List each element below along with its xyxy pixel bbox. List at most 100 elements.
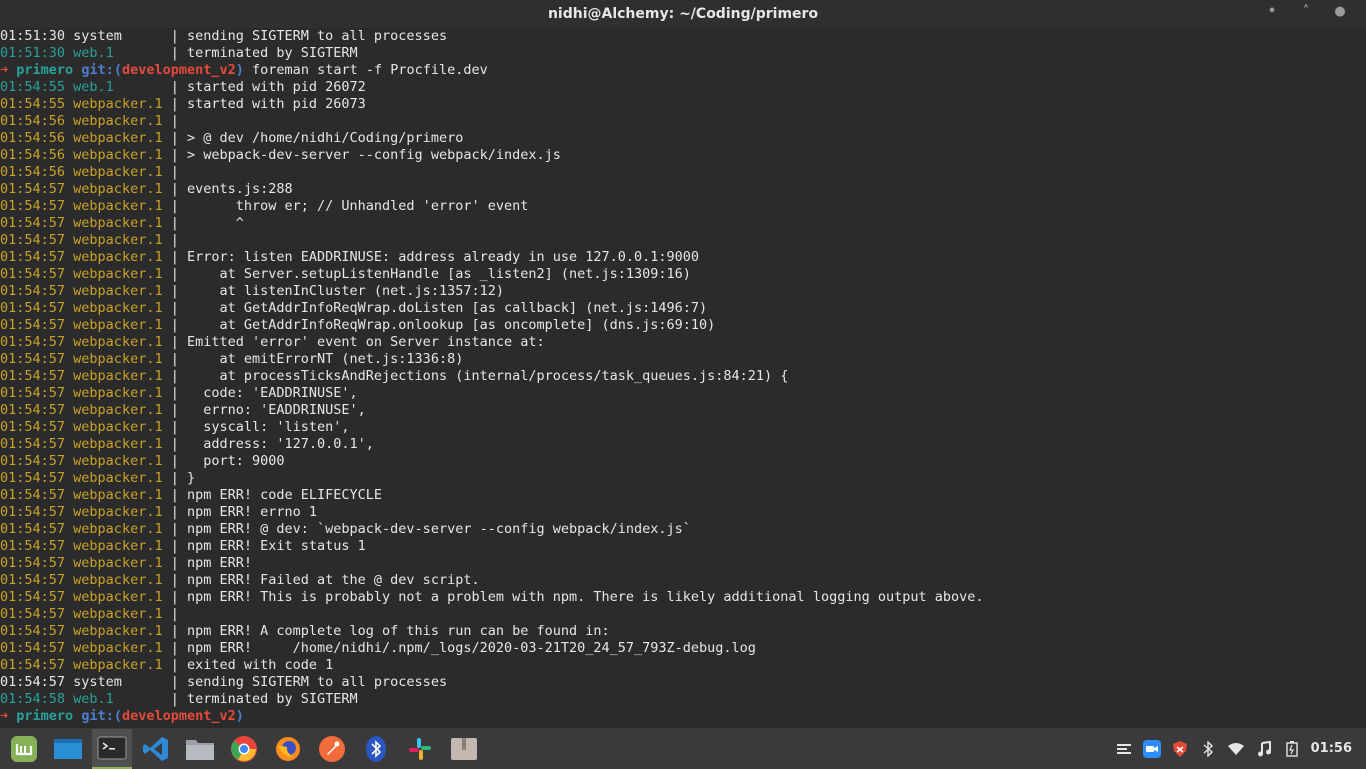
log-process: webpacker.1 xyxy=(73,487,171,503)
archive-icon[interactable] xyxy=(444,729,484,769)
log-line: 01:54:57 webpacker.1 | events.js:288 xyxy=(0,181,1366,198)
system-tray: 01:56 xyxy=(1115,739,1352,758)
log-message: npm ERR! /home/nidhi/.npm/_logs/2020-03-… xyxy=(186,640,756,656)
log-message: npm ERR! errno 1 xyxy=(186,504,318,520)
bluetooth-icon[interactable] xyxy=(1199,740,1217,758)
log-message: at listenInCluster (net.js:1357:12) xyxy=(186,283,504,299)
prompt-git-label: git:( xyxy=(81,708,122,724)
firefox-icon[interactable] xyxy=(268,729,308,769)
log-timestamp: 01:54:56 xyxy=(0,113,66,129)
log-process: webpacker.1 xyxy=(73,402,171,418)
log-process: webpacker.1 xyxy=(73,215,171,231)
log-message: syscall: 'listen', xyxy=(186,419,350,435)
music-icon[interactable] xyxy=(1255,740,1273,758)
log-message: > @ dev /home/nidhi/Coding/primero xyxy=(186,130,464,146)
log-message: throw er; // Unhandled 'error' event xyxy=(186,198,529,214)
log-separator: | xyxy=(170,130,187,146)
log-timestamp: 01:54:57 xyxy=(0,538,66,554)
clock[interactable]: 01:56 xyxy=(1311,741,1352,756)
log-process: webpacker.1 xyxy=(73,521,171,537)
log-timestamp: 01:54:57 xyxy=(0,521,66,537)
minimize-button[interactable]: • xyxy=(1264,4,1280,19)
log-separator: | xyxy=(170,334,187,350)
log-timestamp: 01:54:57 xyxy=(0,555,66,571)
log-line: 01:54:57 webpacker.1 | npm ERR! errno 1 xyxy=(0,504,1366,521)
log-message: at GetAddrInfoReqWrap.onlookup [as oncom… xyxy=(186,317,716,333)
log-line: 01:54:57 webpacker.1 | npm ERR! Failed a… xyxy=(0,572,1366,589)
slack-icon[interactable] xyxy=(400,729,440,769)
log-process: webpacker.1 xyxy=(73,640,171,656)
log-process: webpacker.1 xyxy=(73,198,171,214)
log-timestamp: 01:51:30 xyxy=(0,28,66,44)
show-desktop-icon[interactable] xyxy=(48,729,88,769)
log-line: 01:54:57 webpacker.1 | syscall: 'listen'… xyxy=(0,419,1366,436)
log-timestamp: 01:54:57 xyxy=(0,623,66,639)
log-timestamp: 01:54:57 xyxy=(0,317,66,333)
vscode-icon[interactable] xyxy=(136,729,176,769)
log-separator: | xyxy=(170,300,187,316)
log-process: webpacker.1 xyxy=(73,147,171,163)
log-separator: | xyxy=(170,453,187,469)
log-separator: | xyxy=(170,232,187,248)
shield-icon[interactable] xyxy=(1171,740,1189,758)
log-timestamp: 01:54:57 xyxy=(0,215,66,231)
mint-menu-icon[interactable] xyxy=(4,729,44,769)
log-separator: | xyxy=(170,487,187,503)
bluetooth-app-icon[interactable] xyxy=(356,729,396,769)
close-button[interactable]: ● xyxy=(1332,4,1348,19)
log-message: port: 9000 xyxy=(186,453,285,469)
log-process: webpacker.1 xyxy=(73,555,171,571)
wifi-icon[interactable] xyxy=(1227,740,1245,758)
chrome-icon[interactable] xyxy=(224,729,264,769)
log-message: sending SIGTERM to all processes xyxy=(186,28,448,44)
prompt-branch: development_v2 xyxy=(121,62,236,78)
files-icon[interactable] xyxy=(180,729,220,769)
prompt-directory: primero xyxy=(16,708,74,724)
log-separator: | xyxy=(170,538,187,554)
log-message: events.js:288 xyxy=(186,181,293,197)
log-message: terminated by SIGTERM xyxy=(186,45,358,61)
log-message: npm ERR! code ELIFECYCLE xyxy=(186,487,383,503)
log-process: webpacker.1 xyxy=(73,283,171,299)
log-line: 01:54:56 webpacker.1 | > @ dev /home/nid… xyxy=(0,130,1366,147)
log-separator: | xyxy=(170,555,187,571)
log-line: 01:54:57 webpacker.1 | throw er; // Unha… xyxy=(0,198,1366,215)
terminal-output[interactable]: 01:51:30 system | sending SIGTERM to all… xyxy=(0,28,1366,727)
taskbar: 01:56 xyxy=(0,727,1366,769)
taskbar-apps xyxy=(0,728,484,769)
log-message: at processTicksAndRejections (internal/p… xyxy=(186,368,789,384)
log-line: 01:51:30 system | sending SIGTERM to all… xyxy=(0,28,1366,45)
log-process: webpacker.1 xyxy=(73,96,171,112)
log-timestamp: 01:54:57 xyxy=(0,657,66,673)
log-line: 01:51:30 web.1 | terminated by SIGTERM xyxy=(0,45,1366,62)
battery-icon[interactable] xyxy=(1283,740,1301,758)
log-process: webpacker.1 xyxy=(73,164,171,180)
maximize-button[interactable]: ˄ xyxy=(1298,4,1314,19)
log-message: npm ERR! xyxy=(186,555,253,571)
log-timestamp: 01:54:57 xyxy=(0,572,66,588)
log-timestamp: 01:54:56 xyxy=(0,147,66,163)
terminal-icon[interactable] xyxy=(92,728,132,769)
log-message: at Server.setupListenHandle [as _listen2… xyxy=(186,266,691,282)
log-timestamp: 01:54:57 xyxy=(0,402,66,418)
log-message: npm ERR! This is probably not a problem … xyxy=(186,589,984,605)
log-separator: | xyxy=(170,436,187,452)
log-separator: | xyxy=(170,402,187,418)
log-timestamp: 01:54:57 xyxy=(0,249,66,265)
panel-settings-icon[interactable] xyxy=(1115,740,1133,758)
log-message: ^ xyxy=(186,215,244,231)
zoom-icon[interactable] xyxy=(1142,739,1161,758)
log-message: at emitErrorNT (net.js:1336:8) xyxy=(186,351,464,367)
log-message: Error: listen EADDRINUSE: address alread… xyxy=(186,249,700,265)
log-timestamp: 01:54:57 xyxy=(0,368,66,384)
log-message: errno: 'EADDRINUSE', xyxy=(186,402,366,418)
log-timestamp: 01:54:57 xyxy=(0,436,66,452)
postman-icon[interactable] xyxy=(312,729,352,769)
log-message: code: 'EADDRINUSE', xyxy=(186,385,358,401)
prompt-arrow-icon: ➜ xyxy=(0,62,9,78)
log-line: 01:54:57 webpacker.1 | ^ xyxy=(0,215,1366,232)
log-process: webpacker.1 xyxy=(73,419,171,435)
log-separator: | xyxy=(170,96,187,112)
log-separator: | xyxy=(170,249,187,265)
log-process: webpacker.1 xyxy=(73,334,171,350)
